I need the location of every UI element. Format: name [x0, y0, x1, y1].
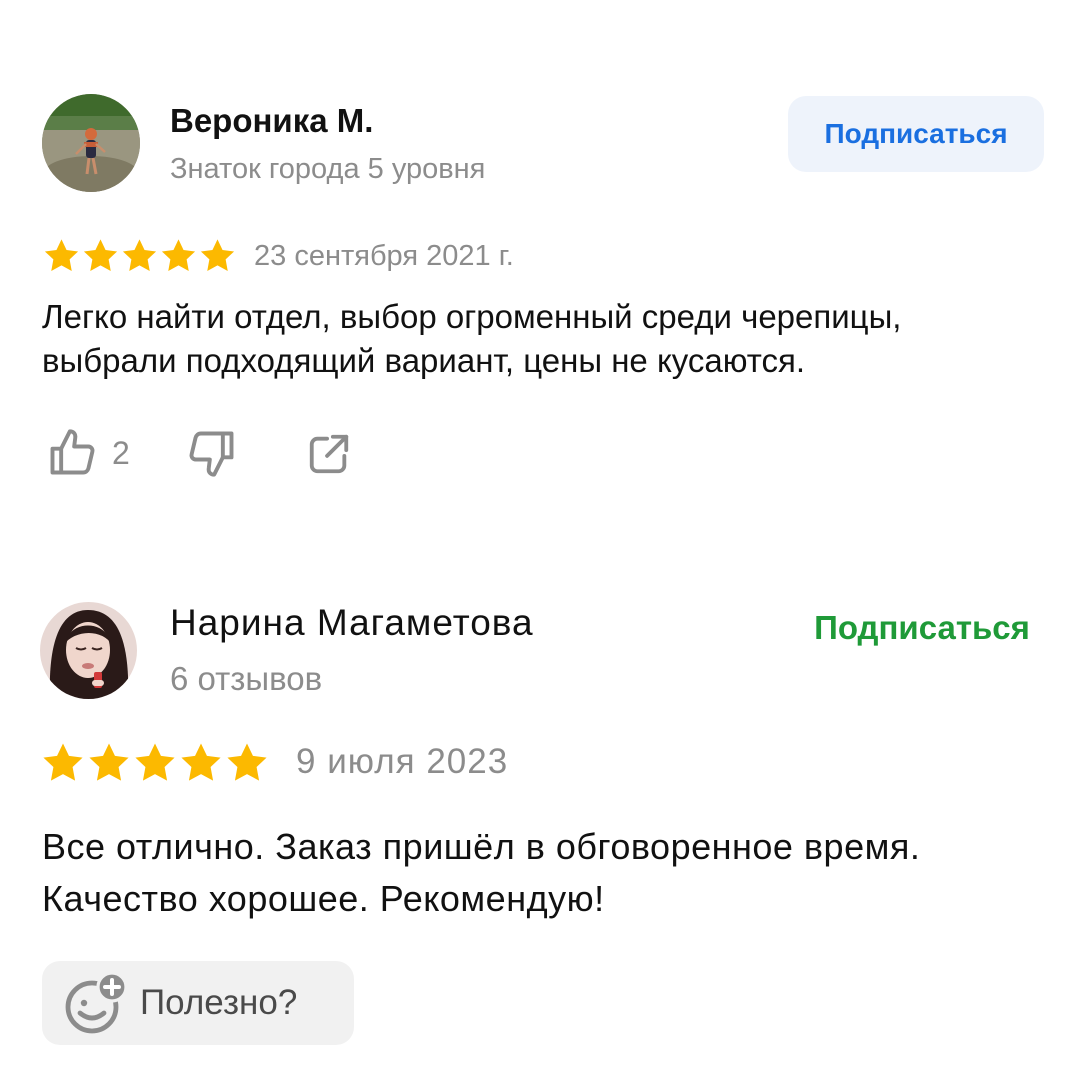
author-level: Знаток города 5 уровня — [170, 153, 486, 185]
avatar[interactable] — [42, 94, 140, 192]
helpful-button[interactable]: Полезно? — [42, 961, 354, 1045]
author-review-count: 6 отзывов — [170, 660, 323, 697]
star-icon — [135, 743, 175, 781]
like-button[interactable]: 2 — [46, 428, 130, 478]
star-icon — [181, 743, 221, 781]
star-icon — [161, 239, 196, 271]
star-icon — [227, 743, 267, 781]
star-icon — [83, 239, 118, 271]
author-name[interactable]: Вероника М. — [170, 102, 373, 140]
share-icon — [309, 434, 349, 474]
avatar[interactable] — [40, 602, 137, 699]
subscribe-button[interactable]: Подписаться — [788, 96, 1044, 172]
thumbs-up-icon — [50, 429, 95, 475]
rating-stars — [40, 740, 270, 786]
subscribe-button[interactable]: Подписаться — [794, 602, 1050, 654]
like-count: 2 — [112, 434, 130, 471]
author-name[interactable]: Нарина Магаметова — [170, 602, 534, 644]
dislike-button[interactable] — [186, 428, 238, 478]
rating-stars — [42, 236, 237, 276]
review-card: Вероника М. Знаток города 5 уровня Подпи… — [0, 0, 1080, 540]
review-text: Легко найти отдел, выбор огроменный сред… — [42, 298, 902, 379]
star-icon — [89, 743, 129, 781]
star-icon — [122, 239, 157, 271]
review-card: Нарина Магаметова 6 отзывов Подписаться … — [0, 540, 1080, 1080]
add-reaction-icon — [65, 971, 128, 1034]
star-icon — [200, 239, 235, 271]
review-date: 23 сентября 2021 г. — [254, 240, 514, 272]
star-icon — [44, 239, 79, 271]
star-icon — [43, 743, 83, 781]
review-date: 9 июля 2023 — [296, 742, 509, 781]
helpful-label: Полезно? — [140, 983, 298, 1022]
review-text: Все отлично. Заказ пришёл в обговоренное… — [42, 826, 921, 919]
share-button[interactable] — [306, 430, 352, 478]
thumbs-down-icon — [189, 431, 234, 477]
